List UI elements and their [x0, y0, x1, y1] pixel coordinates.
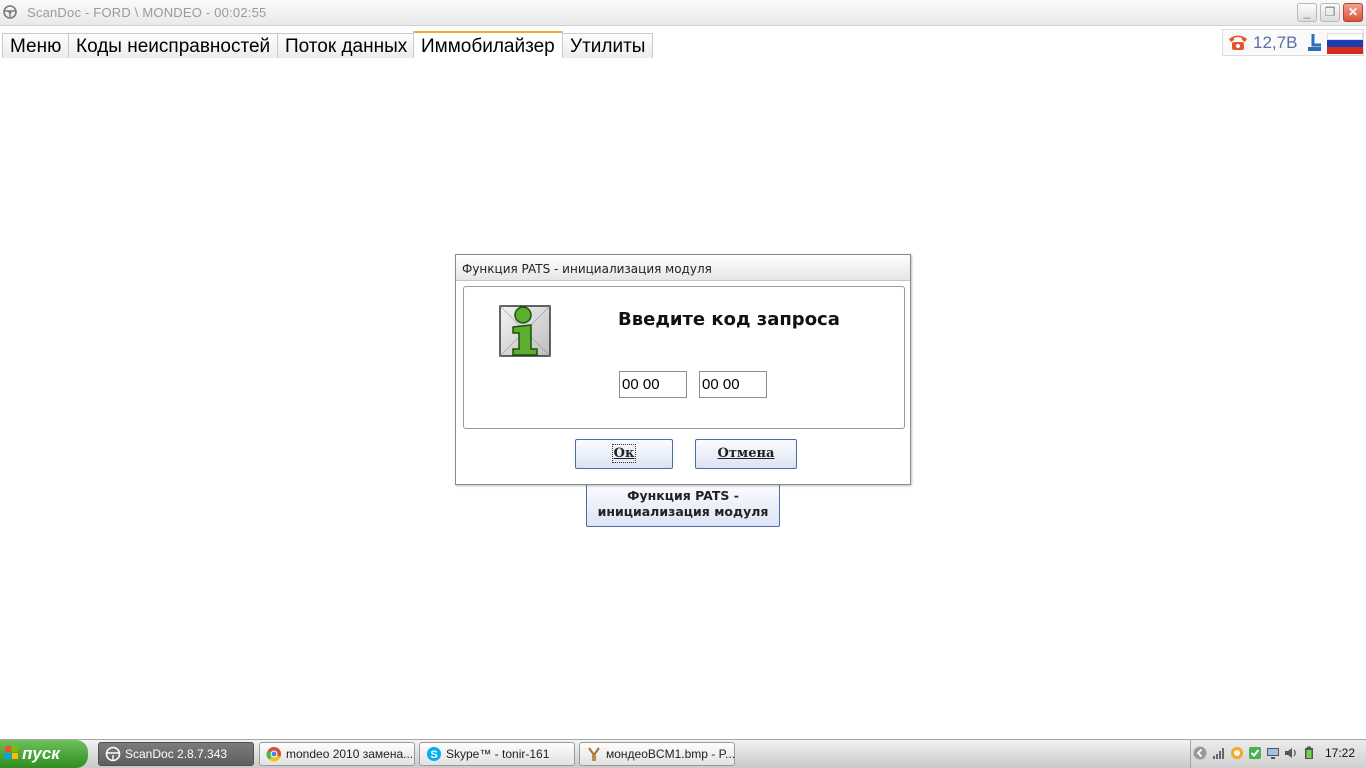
- title-bar: ScanDoc - FORD \ MONDEO - 00:02:55 _ ❐ ✕: [0, 0, 1366, 26]
- minimize-button[interactable]: _: [1297, 3, 1317, 22]
- taskbar-item-scandoc[interactable]: ScanDoc 2.8.7.343: [98, 742, 254, 766]
- taskbar-item-skype[interactable]: S Skype™ - tonir-161: [419, 742, 575, 766]
- dialog-prompt: Введите код запроса: [618, 309, 840, 330]
- start-button[interactable]: пуск: [0, 740, 88, 768]
- pats-init-button[interactable]: Функция PATS - инициализация модуля: [586, 482, 780, 527]
- skype-icon: S: [427, 747, 441, 761]
- tab-menu[interactable]: Меню: [2, 33, 70, 58]
- voltage-readout: 12,7В: [1253, 33, 1298, 52]
- taskbar-item-label: мондеоBCM1.bmp - P...: [606, 747, 735, 761]
- steering-wheel-icon: [105, 746, 121, 762]
- request-code-field-2[interactable]: [699, 371, 767, 398]
- info-icon: [499, 305, 551, 357]
- dialog-title: Функция PATS - инициализация модуля: [456, 255, 910, 281]
- steering-wheel-icon: [3, 5, 17, 19]
- pats-init-button-line1: Функция PATS -: [627, 488, 739, 503]
- close-button[interactable]: ✕: [1343, 3, 1363, 22]
- ok-button-label: Ок: [611, 444, 637, 463]
- tab-data-stream[interactable]: Поток данных: [277, 33, 416, 58]
- taskbar-item-chrome[interactable]: mondeo 2010 замена...: [259, 742, 415, 766]
- system-tray: 17:22: [1190, 740, 1366, 768]
- phone-icon: [1229, 35, 1247, 50]
- tab-utilities[interactable]: Утилиты: [562, 33, 654, 58]
- battery-icon[interactable]: [1302, 746, 1316, 760]
- check-shield-icon[interactable]: [1248, 746, 1262, 760]
- tab-fault-codes[interactable]: Коды неисправностей: [68, 33, 279, 58]
- network-icon[interactable]: [1266, 746, 1280, 760]
- tray-collapse-icon[interactable]: [1193, 746, 1207, 760]
- restore-button[interactable]: ❐: [1320, 3, 1340, 22]
- status-panel: 12,7В: [1222, 29, 1364, 56]
- clock: 17:22: [1325, 746, 1356, 760]
- plug-icon: [1308, 34, 1321, 51]
- taskbar-item-label: ScanDoc 2.8.7.343: [125, 747, 228, 761]
- request-code-field-1[interactable]: [619, 371, 687, 398]
- cancel-button[interactable]: Отмена: [695, 439, 797, 469]
- ok-button[interactable]: Ок: [575, 439, 673, 469]
- taskbar-item-label: Skype™ - tonir-161: [446, 747, 550, 761]
- chrome-icon: [266, 747, 281, 762]
- volume-icon[interactable]: [1284, 746, 1298, 760]
- taskbar: пуск ScanDoc 2.8.7.343 mondeo 2010 замен…: [0, 739, 1366, 768]
- taskbar-item-label: mondeo 2010 замена...: [286, 747, 414, 761]
- tab-bar: Меню Коды неисправностей Поток данных Им…: [0, 26, 1366, 59]
- cancel-button-label: Отмена: [717, 446, 775, 461]
- start-label: пуск: [22, 744, 60, 763]
- paint-icon: [588, 747, 600, 761]
- orange-app-icon[interactable]: [1230, 746, 1244, 760]
- windows-flag-icon: [5, 746, 18, 759]
- dialog-content: Введите код запроса: [463, 286, 905, 429]
- svg-text:S: S: [430, 749, 437, 761]
- pats-init-button-line2: инициализация модуля: [597, 504, 769, 519]
- signal-icon[interactable]: [1212, 746, 1226, 760]
- tab-immobilizer[interactable]: Иммобилайзер: [413, 31, 563, 58]
- window-title: ScanDoc - FORD \ MONDEO - 00:02:55: [27, 5, 267, 20]
- taskbar-item-paint[interactable]: мондеоBCM1.bmp - P...: [579, 742, 735, 766]
- pats-dialog: Функция PATS - инициализация модуля Введ…: [455, 254, 911, 485]
- russian-flag-icon[interactable]: [1327, 33, 1363, 54]
